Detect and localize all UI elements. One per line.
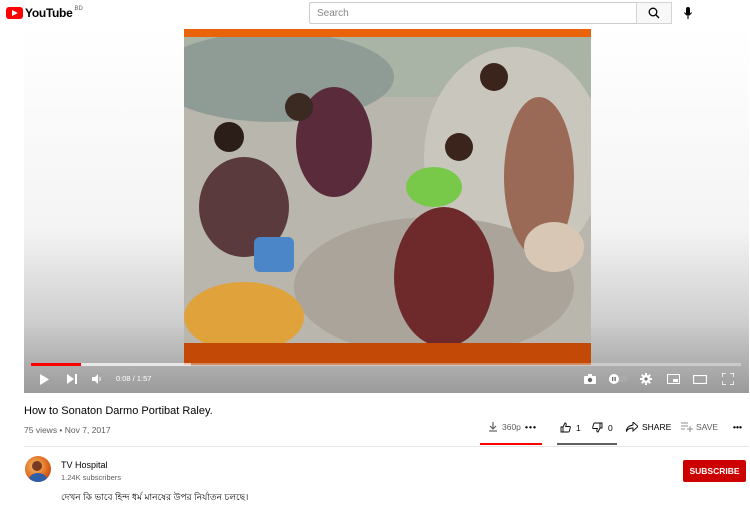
next-icon bbox=[67, 374, 77, 384]
subscriber-count: 1.24K subscribers bbox=[61, 473, 122, 482]
more-actions-button[interactable]: ••• bbox=[733, 422, 742, 432]
playlist-add-icon bbox=[681, 422, 693, 432]
volume-icon bbox=[92, 374, 101, 384]
play-icon bbox=[40, 373, 49, 385]
played-bar bbox=[31, 363, 81, 366]
microphone-icon bbox=[684, 7, 692, 19]
video-scene-image bbox=[184, 37, 591, 343]
more-dots-icon: ••• bbox=[733, 422, 742, 432]
download-underline bbox=[480, 443, 542, 445]
seek-bar[interactable] bbox=[31, 363, 741, 366]
share-arrow-icon bbox=[626, 422, 638, 432]
next-button[interactable] bbox=[65, 372, 79, 386]
save-button[interactable]: SAVE bbox=[681, 422, 718, 432]
search-button[interactable] bbox=[636, 2, 672, 24]
like-dislike-sentiment-bar bbox=[557, 443, 617, 445]
subscribe-button[interactable]: SUBSCRIBE bbox=[683, 460, 746, 482]
youtube-play-icon bbox=[6, 7, 23, 19]
video-player[interactable]: 0:08 / 1:57 bbox=[24, 27, 749, 393]
camera-icon bbox=[584, 374, 596, 384]
quality-label: 360p bbox=[502, 422, 521, 432]
top-bar: YouTube BD Search bbox=[0, 0, 750, 27]
logo-country-code: BD bbox=[74, 6, 83, 12]
fullscreen-icon bbox=[722, 373, 734, 385]
like-count: 1 bbox=[576, 422, 581, 433]
share-button[interactable]: SHARE bbox=[626, 422, 671, 432]
share-label: SHARE bbox=[642, 422, 672, 432]
section-divider bbox=[24, 446, 749, 447]
channel-avatar[interactable] bbox=[25, 456, 51, 482]
dislike-count: 0 bbox=[608, 422, 613, 433]
miniplayer-icon bbox=[666, 374, 680, 384]
video-meta: 75 views • Nov 7, 2017 bbox=[24, 425, 111, 435]
video-description: দেখন কি ভাবে হিন্দ ধর্ম মানষের উপর নির্য… bbox=[61, 492, 249, 502]
autoplay-toggle-icon bbox=[608, 374, 628, 384]
gear-icon bbox=[640, 373, 652, 385]
theater-icon bbox=[693, 374, 707, 384]
miniplayer-button[interactable] bbox=[666, 372, 680, 386]
voice-search-button[interactable] bbox=[680, 4, 696, 22]
download-button[interactable]: 360p bbox=[488, 422, 521, 432]
like-button[interactable]: 1 bbox=[560, 422, 581, 433]
time-display: 0:08 / 1:57 bbox=[116, 374, 152, 383]
download-icon bbox=[489, 422, 497, 432]
thumbs-up-icon bbox=[560, 422, 571, 433]
video-frame[interactable] bbox=[184, 29, 591, 365]
theater-mode-button[interactable] bbox=[693, 372, 707, 386]
volume-button[interactable] bbox=[90, 372, 104, 386]
search-input[interactable]: Search bbox=[309, 2, 637, 24]
youtube-logo[interactable]: YouTube BD bbox=[6, 6, 83, 20]
play-button[interactable] bbox=[37, 372, 51, 386]
search-icon bbox=[648, 7, 660, 19]
dislike-button[interactable]: 0 bbox=[592, 422, 613, 433]
autoplay-toggle[interactable] bbox=[607, 372, 629, 386]
settings-button[interactable] bbox=[639, 372, 653, 386]
fullscreen-button[interactable] bbox=[721, 372, 735, 386]
more-dots-icon: ••• bbox=[525, 422, 537, 432]
video-top-band bbox=[184, 29, 591, 37]
channel-name[interactable]: TV Hospital bbox=[61, 460, 108, 470]
player-controls: 0:08 / 1:57 bbox=[24, 368, 749, 390]
save-label: SAVE bbox=[696, 422, 719, 432]
logo-text: YouTube bbox=[25, 6, 73, 20]
camera-button[interactable] bbox=[583, 372, 597, 386]
download-more-button[interactable]: ••• bbox=[525, 422, 537, 432]
thumbs-down-icon bbox=[592, 422, 603, 433]
video-title: How to Sonaton Darmo Portibat Raley. bbox=[24, 405, 213, 417]
